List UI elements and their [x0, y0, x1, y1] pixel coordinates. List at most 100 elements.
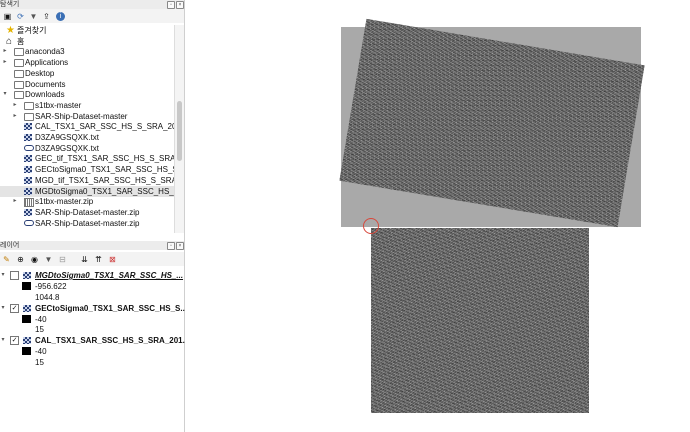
legend-min-row: -956.622 — [0, 281, 184, 292]
chevron-right-icon[interactable]: ▸ — [2, 57, 8, 68]
tree-item[interactable]: Documents — [0, 79, 174, 90]
chevron-right-icon[interactable]: ▸ — [12, 100, 18, 111]
tree-item[interactable]: ▸ s1tbx-master — [0, 100, 174, 111]
tree-item[interactable]: D3ZA9GSQXK.txt — [0, 143, 174, 154]
color-swatch — [22, 282, 31, 290]
tree-item-label: 홈 — [17, 36, 25, 46]
chevron-right-icon[interactable]: ▸ — [2, 46, 8, 57]
tree-item[interactable]: ▸ anaconda3 — [0, 46, 174, 57]
layer-visibility-checkbox[interactable] — [10, 271, 19, 280]
tree-item-label: GECtoSigma0_TSX1_SAR_SSC_HS_S — [35, 165, 174, 175]
chevron-right-icon[interactable]: ▸ — [12, 111, 18, 122]
manage-visibility-icon[interactable]: ◉ — [30, 255, 39, 264]
tree-item-label: s1tbx-master — [35, 100, 82, 110]
filter-legend-icon[interactable]: ▼ — [44, 255, 53, 264]
vector-icon — [24, 219, 34, 226]
tree-item[interactable]: ▸ Applications — [0, 57, 174, 68]
filter-expression-icon[interactable]: ⊟ — [58, 255, 67, 264]
home-icon: ⌂ — [6, 35, 13, 47]
tree-item[interactable]: ▾⌂홈 — [0, 36, 174, 47]
raster-icon — [24, 134, 32, 141]
raster-icon — [24, 176, 32, 184]
layer-row[interactable]: ▾ MGDtoSigma0_TSX1_SAR_SSC_HS_... — [0, 270, 184, 281]
tree-item-label: GEC_tif_TSX1_SAR_SSC_HS_S_SRA_ — [35, 154, 174, 164]
layer-visibility-checkbox[interactable]: ✓ — [10, 303, 19, 313]
folder-icon — [24, 112, 34, 121]
folder-icon — [14, 48, 24, 57]
cursor-indicator-icon — [363, 218, 379, 234]
tree-item[interactable]: ★ 즐겨찾기 — [0, 25, 174, 36]
tree-item-label: Applications — [25, 58, 69, 68]
left-dock: 탐색기 ▫ × ▣ ⟳ ▼ ⇪ i ★즐겨찾기 ▾ ⌂ 홈 ▸ anaconda3 ▸ App… — [0, 0, 189, 432]
chevron-down-icon[interactable]: ▾ — [2, 89, 8, 100]
chevron-down-icon[interactable]: ▾ — [0, 270, 6, 281]
float-panel-icon[interactable]: ▫ — [167, 1, 175, 9]
scrollbar-thumb[interactable] — [177, 101, 182, 161]
add-group-icon[interactable]: ⊕ — [16, 255, 25, 264]
tree-item-label: SAR-Ship-Dataset-master.zip — [35, 207, 140, 217]
layer-name: MGDtoSigma0_TSX1_SAR_SSC_HS_... — [35, 271, 184, 280]
browser-scrollbar[interactable] — [174, 25, 184, 233]
tree-item[interactable]: MGDtoSigma0_TSX1_SAR_SSC_HS_S — [0, 185, 174, 197]
raster-icon — [23, 272, 31, 279]
legend-max-row: 15 — [0, 357, 184, 368]
browser-toolbar: ▣ ⟳ ▼ ⇪ i — [0, 9, 184, 23]
chevron-down-icon[interactable]: ▾ — [0, 335, 6, 346]
tree-item[interactable]: GEC_tif_TSX1_SAR_SSC_HS_S_SRA_ — [0, 153, 174, 164]
layer-row[interactable]: ▾ ✓ CAL_TSX1_SAR_SSC_HS_S_SRA_201... — [0, 335, 189, 346]
tree-item-label: anaconda3 — [25, 47, 65, 57]
tree-item[interactable]: D3ZA9GSQXK.txt — [0, 132, 174, 143]
legend-max-value: 15 — [35, 325, 44, 334]
map-canvas[interactable] — [185, 0, 690, 432]
layer-name: CAL_TSX1_SAR_SSC_HS_S_SRA_201... — [35, 336, 190, 345]
browser-panel-titlebar: 탐색기 ▫ × — [0, 0, 184, 9]
layer-visibility-checkbox[interactable]: ✓ — [10, 336, 19, 345]
tree-item[interactable]: CAL_TSX1_SAR_SSC_HS_S_SRA_201 — [0, 121, 174, 132]
filter-icon[interactable]: ▼ — [29, 12, 38, 21]
tree-item[interactable]: SAR-Ship-Dataset-master.zip — [0, 218, 174, 229]
folder-icon — [24, 101, 34, 110]
layer-name: GECtoSigma0_TSX1_SAR_SSC_HS_S... — [35, 303, 188, 313]
folder-icon — [14, 69, 24, 78]
legend-max-row: 15 — [0, 324, 184, 335]
legend-min-value: -40 — [35, 314, 47, 324]
tree-item[interactable]: SAR-Ship-Dataset-master.zip — [0, 207, 174, 218]
collapse-all-icon[interactable]: ⇪ — [42, 12, 51, 21]
zip-icon — [24, 198, 34, 208]
legend-max-value: 15 — [35, 357, 44, 367]
tree-item[interactable]: ▸ SAR-Ship-Dataset-master — [0, 111, 174, 122]
color-swatch — [22, 314, 31, 323]
raster-icon — [23, 304, 31, 312]
tree-item-label: CAL_TSX1_SAR_SSC_HS_S_SRA_201 — [35, 122, 174, 132]
refresh-icon[interactable]: ⟳ — [16, 12, 25, 21]
tree-item-label: MGDtoSigma0_TSX1_SAR_SSC_HS_S — [35, 186, 174, 196]
tree-item-label: SAR-Ship-Dataset-master.zip — [35, 218, 140, 228]
collapse-all-icon[interactable]: ⇈ — [94, 255, 103, 264]
browser-panel-title: 탐색기 — [0, 1, 20, 8]
tree-item-label: Documents — [25, 79, 66, 89]
tree-item[interactable]: GECtoSigma0_TSX1_SAR_SSC_HS_S — [0, 164, 174, 175]
expand-all-icon[interactable]: ⇊ — [80, 255, 89, 264]
info-icon[interactable]: i — [56, 12, 65, 21]
tree-item-label: SAR-Ship-Dataset-master — [35, 111, 128, 121]
chevron-right-icon[interactable]: ▸ — [12, 196, 18, 207]
lower-raster-image — [371, 228, 589, 413]
tree-item[interactable]: ▾ Downloads — [0, 89, 174, 100]
vector-icon — [24, 144, 34, 151]
close-panel-icon[interactable]: × — [176, 242, 184, 250]
remove-layer-icon[interactable]: ⊠ — [108, 255, 117, 264]
style-icon[interactable]: ✎ — [2, 255, 11, 264]
layers-panel-title: 레이어 — [0, 242, 20, 249]
folder-icon — [14, 91, 24, 100]
layer-row[interactable]: ▾ ✓ GECtoSigma0_TSX1_SAR_SSC_HS_S... — [0, 303, 188, 314]
float-panel-icon[interactable]: ▫ — [167, 242, 175, 250]
tree-item[interactable]: MGD_tif_TSX1_SAR_SSC_HS_S_SRA_ — [0, 175, 174, 186]
close-panel-icon[interactable]: × — [176, 1, 184, 9]
add-layer-icon[interactable]: ▣ — [3, 12, 12, 21]
tree-item-label: D3ZA9GSQXK.txt — [35, 133, 100, 142]
chevron-down-icon[interactable]: ▾ — [0, 303, 6, 314]
tree-item[interactable]: Desktop — [0, 68, 174, 79]
browser-tree: ★즐겨찾기 ▾ ⌂ 홈 ▸ anaconda3 ▸ ApplicationsDesktopDo… — [0, 25, 174, 233]
star-icon: ★ — [6, 25, 15, 36]
tree-item[interactable]: ▸ s1tbx-master.zip — [0, 196, 174, 208]
